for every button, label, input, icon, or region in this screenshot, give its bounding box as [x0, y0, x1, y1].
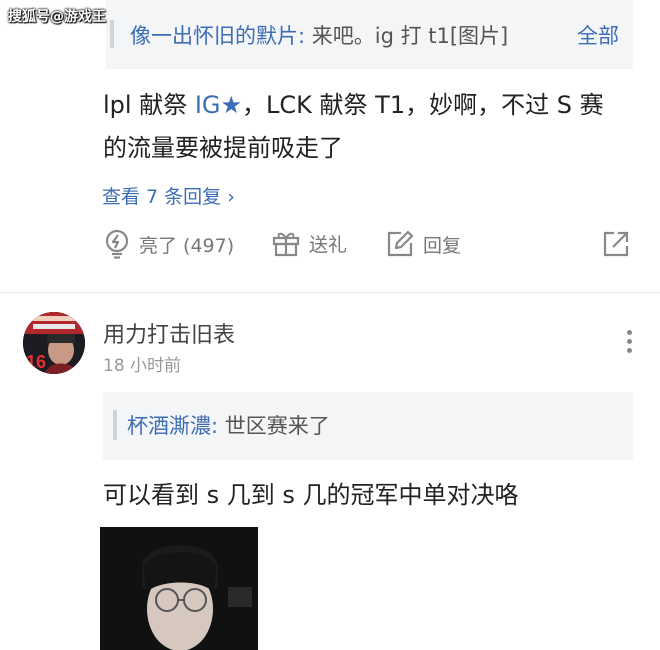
share-button[interactable] [601, 229, 639, 259]
like-button[interactable]: 亮了 (497) [103, 229, 234, 259]
reply-button[interactable]: 回复 [385, 229, 461, 259]
more-options-icon[interactable] [622, 330, 636, 360]
timestamp: 18 小时前 [103, 356, 182, 376]
quoted-reply[interactable]: 杯酒澌濃: 世区赛来了 [103, 392, 633, 460]
team-tag[interactable]: IG★ [195, 91, 242, 119]
view-all-button[interactable]: 全部 [577, 20, 619, 50]
like-count: 亮了 (497) [139, 234, 235, 257]
watermark: 搜狐号@游戏王 [8, 9, 106, 25]
view-replies-link[interactable]: 查看 7 条回复 › [102, 182, 235, 209]
avatar[interactable]: 16 [23, 312, 85, 374]
divider [0, 292, 660, 293]
quote-author[interactable]: 像一出怀旧的默片: [130, 24, 305, 48]
svg-text:16: 16 [26, 352, 46, 372]
comment-image[interactable] [100, 527, 258, 650]
comment-body-line2: 的流量要被提前吸走了 [103, 134, 343, 162]
quote-text: 来吧。ig 打 t1[图片] [305, 24, 509, 48]
quote-bar [110, 20, 114, 48]
comment-actions: 亮了 (497) 送礼 回复 [103, 229, 633, 265]
reply-label: 回复 [423, 234, 462, 257]
comment-text-part: lpl 献祭 [103, 91, 195, 119]
quote-text: 世区赛来了 [218, 414, 330, 438]
quote-bar [113, 410, 117, 440]
photo-image [100, 527, 258, 650]
gift-label: 送礼 [309, 233, 348, 256]
share-icon [603, 231, 629, 257]
avatar-image: 16 [23, 312, 85, 374]
quote-content: 杯酒澌濃: 世区赛来了 [127, 410, 330, 440]
quote-author[interactable]: 杯酒澌濃: [127, 414, 218, 438]
quote-content: 像一出怀旧的默片: 来吧。ig 打 t1[图片] [130, 20, 508, 50]
lightbulb-icon [105, 229, 129, 259]
username[interactable]: 用力打击旧表 [103, 317, 235, 349]
edit-icon [387, 230, 414, 257]
comment-body: lpl 献祭 IG★，LCK 献祭 T1，妙啊，不过 S 赛 [103, 84, 604, 126]
comment-text-part: ，LCK 献祭 T1，妙啊，不过 S 赛 [242, 91, 604, 119]
comment-body: 可以看到 s 几到 s 几的冠军中单对决咯 [103, 481, 519, 509]
quoted-reply-top[interactable]: 像一出怀旧的默片: 来吧。ig 打 t1[图片] 全部 [103, 0, 633, 69]
gift-button[interactable]: 送礼 [271, 229, 347, 257]
gift-icon [272, 232, 300, 257]
